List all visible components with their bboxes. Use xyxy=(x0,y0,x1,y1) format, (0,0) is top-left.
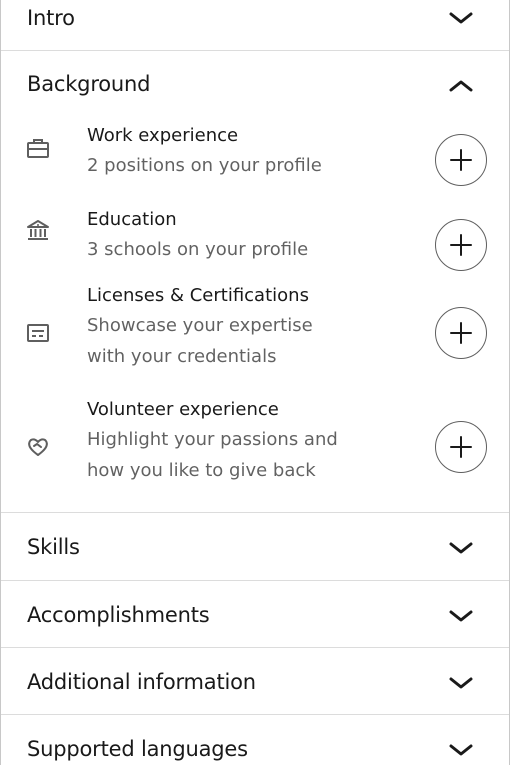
education-text: Education 3 schools on your profile xyxy=(87,205,407,265)
section-skills: Skills xyxy=(1,513,509,581)
section-additional-information-title: Additional information xyxy=(27,670,256,694)
section-background-header[interactable]: Background xyxy=(1,51,509,119)
licenses-title: Licenses & Certifications xyxy=(87,285,309,306)
chevron-down-icon[interactable] xyxy=(449,10,473,26)
chevron-down-icon[interactable] xyxy=(449,608,473,624)
licenses-subtitle-line1: Showcase your expertise xyxy=(87,315,313,336)
education-subtitle: 3 schools on your profile xyxy=(87,239,309,260)
certificate-icon xyxy=(26,321,50,345)
add-work-experience-button[interactable] xyxy=(435,134,487,186)
heart-hand-icon xyxy=(26,434,50,458)
section-accomplishments: Accomplishments xyxy=(1,581,509,648)
section-additional-information-header[interactable]: Additional information xyxy=(1,648,509,715)
section-intro-header[interactable]: Intro xyxy=(1,0,509,36)
add-volunteer-experience-button[interactable] xyxy=(435,421,487,473)
school-icon xyxy=(26,219,50,243)
volunteer-subtitle-line1: Highlight your passions and xyxy=(87,429,338,450)
section-additional-information: Additional information xyxy=(1,648,509,715)
chevron-up-icon[interactable] xyxy=(449,78,473,94)
volunteer-subtitle-line2: how you like to give back xyxy=(87,460,316,481)
profile-sections-panel: Intro Background Work experience 2 posit… xyxy=(0,0,510,765)
section-supported-languages: Supported languages xyxy=(1,715,509,765)
work-experience-title: Work experience xyxy=(87,125,239,146)
add-education-button[interactable] xyxy=(435,219,487,271)
background-item-work-experience: Work experience 2 positions on your prof… xyxy=(1,119,509,199)
licenses-text: Licenses & Certifications Showcase your … xyxy=(87,281,407,372)
section-background-title: Background xyxy=(27,72,151,96)
section-supported-languages-title: Supported languages xyxy=(27,737,248,761)
licenses-subtitle-line2: with your credentials xyxy=(87,346,277,367)
plus-icon xyxy=(450,149,472,171)
plus-icon xyxy=(450,436,472,458)
section-skills-title: Skills xyxy=(27,535,80,559)
briefcase-icon xyxy=(26,137,50,161)
add-license-button[interactable] xyxy=(435,307,487,359)
education-title: Education xyxy=(87,209,177,230)
work-experience-subtitle: 2 positions on your profile xyxy=(87,155,322,176)
work-experience-text: Work experience 2 positions on your prof… xyxy=(87,121,407,181)
volunteer-text: Volunteer experience Highlight your pass… xyxy=(87,395,407,486)
section-accomplishments-header[interactable]: Accomplishments xyxy=(1,581,509,648)
section-background: Background Work experience 2 positions o… xyxy=(1,51,509,513)
section-skills-header[interactable]: Skills xyxy=(1,513,509,580)
section-intro: Intro xyxy=(1,0,509,51)
chevron-down-icon[interactable] xyxy=(449,742,473,758)
background-item-licenses-certifications: Licenses & Certifications Showcase your … xyxy=(1,285,509,397)
chevron-down-icon[interactable] xyxy=(449,540,473,556)
volunteer-title: Volunteer experience xyxy=(87,399,279,420)
section-intro-title: Intro xyxy=(27,6,75,30)
section-accomplishments-title: Accomplishments xyxy=(27,603,210,627)
background-item-volunteer-experience: Volunteer experience Highlight your pass… xyxy=(1,399,509,511)
plus-icon xyxy=(450,234,472,256)
plus-icon xyxy=(450,322,472,344)
background-item-education: Education 3 schools on your profile xyxy=(1,203,509,283)
chevron-down-icon[interactable] xyxy=(449,675,473,691)
section-supported-languages-header[interactable]: Supported languages xyxy=(1,715,509,765)
